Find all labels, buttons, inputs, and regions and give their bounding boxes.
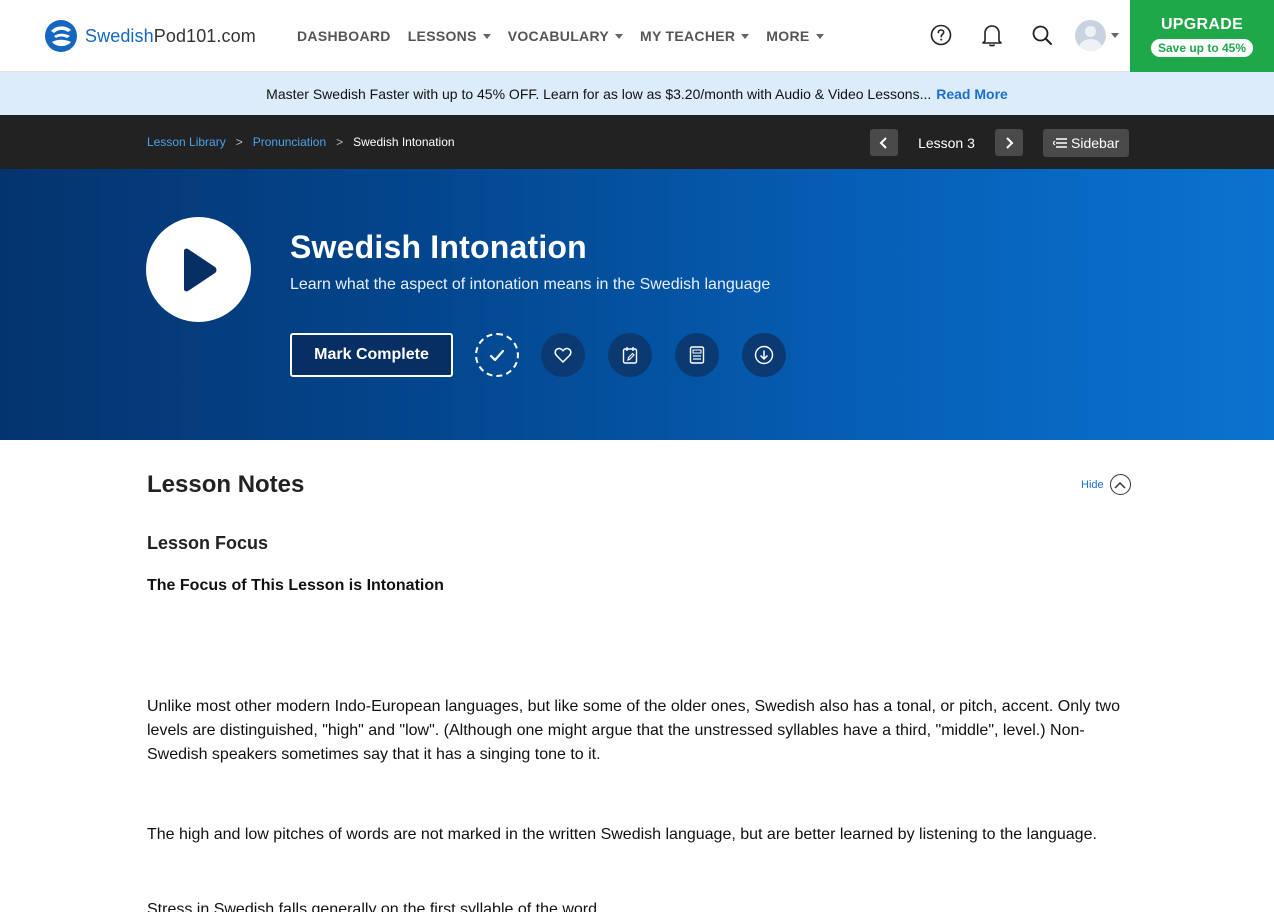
breadcrumb-lesson-library[interactable]: Lesson Library xyxy=(147,135,226,149)
lesson-subtitle: Learn what the aspect of intonation mean… xyxy=(290,276,771,293)
bell-icon xyxy=(982,25,1002,47)
download-icon xyxy=(754,345,774,365)
previous-lesson-button[interactable] xyxy=(870,129,898,156)
help-icon xyxy=(930,24,952,46)
lesson-title: Swedish Intonation xyxy=(290,229,587,265)
read-more-link[interactable]: Read More xyxy=(936,86,1008,102)
account-menu[interactable] xyxy=(1075,20,1119,51)
chevron-down-icon xyxy=(815,33,824,39)
hide-label: Hide xyxy=(1081,478,1104,491)
chevron-right-icon: > xyxy=(235,135,243,149)
lesson-focus-heading: Lesson Focus xyxy=(147,533,269,553)
promo-text: Master Swedish Faster with up to 45% OFF… xyxy=(266,85,932,102)
favorite-button[interactable] xyxy=(541,333,585,377)
checkmark-icon xyxy=(489,349,505,361)
pdf-notes-button[interactable] xyxy=(675,333,719,377)
nav-vocabulary[interactable]: VOCABULARY xyxy=(508,28,623,44)
lesson-hero: Swedish Intonation Learn what the aspect… xyxy=(0,169,1274,440)
notifications-button[interactable] xyxy=(979,22,1005,48)
search-icon xyxy=(1032,25,1052,45)
chevron-up-icon xyxy=(1109,474,1131,495)
lesson-navigator: Lesson 3 xyxy=(870,129,1023,156)
upgrade-button[interactable]: UPGRADE Save up to 45% xyxy=(1130,0,1274,72)
chevron-left-icon xyxy=(879,136,887,149)
play-button[interactable] xyxy=(146,217,251,322)
avatar xyxy=(1075,20,1106,51)
lesson-toolbar: Lesson Library > Pronunciation > Swedish… xyxy=(0,115,1274,169)
sidebar-toggle-button[interactable]: Sidebar xyxy=(1043,129,1130,157)
notes-paragraph: The high and low pitches of words are no… xyxy=(147,826,1097,843)
lesson-number: Lesson 3 xyxy=(918,134,975,151)
chevron-down-icon xyxy=(741,33,750,39)
notes-paragraph: Stress in Swedish falls generally on the… xyxy=(147,901,602,912)
help-button[interactable] xyxy=(928,22,954,48)
section-title: Lesson Notes xyxy=(147,471,305,498)
next-lesson-button[interactable] xyxy=(995,129,1023,156)
chevron-right-icon xyxy=(1006,136,1014,149)
chevron-down-icon xyxy=(614,33,623,39)
play-icon xyxy=(183,248,216,291)
sidebar-list-icon xyxy=(1053,138,1067,148)
notes-paragraph: Unlike most other modern Indo-European l… xyxy=(147,698,1120,763)
complete-check-button[interactable] xyxy=(475,333,519,377)
breadcrumb-pronunciation[interactable]: Pronunciation xyxy=(253,135,326,149)
main-menu: DASHBOARD LESSONS VOCABULARY MY TEACHER … xyxy=(297,28,841,44)
logo-globe-icon xyxy=(45,20,77,52)
add-to-schedule-button[interactable] xyxy=(608,333,652,377)
heart-icon xyxy=(554,347,572,363)
site-logo[interactable]: SwedishPod101.com xyxy=(44,19,256,53)
nav-dashboard[interactable]: DASHBOARD xyxy=(297,28,391,44)
logo-text: SwedishPod101.com xyxy=(85,25,256,46)
pdf-document-icon xyxy=(689,346,705,364)
breadcrumb: Lesson Library > Pronunciation > Swedish… xyxy=(147,135,455,149)
chevron-right-icon: > xyxy=(336,135,344,149)
lesson-focus-subheading: The Focus of This Lesson is Intonation xyxy=(147,577,444,594)
top-navigation: SwedishPod101.com DASHBOARD LESSONS VOCA… xyxy=(0,0,1274,72)
calendar-edit-icon xyxy=(622,347,638,364)
chevron-down-icon xyxy=(482,33,491,39)
chevron-down-icon xyxy=(1111,33,1119,38)
nav-lessons[interactable]: LESSONS xyxy=(408,28,491,44)
upgrade-title: UPGRADE xyxy=(1160,15,1244,33)
breadcrumb-current: Swedish Intonation xyxy=(353,135,455,149)
promo-banner: Master Swedish Faster with up to 45% OFF… xyxy=(0,72,1274,115)
mark-complete-button[interactable]: Mark Complete xyxy=(290,333,453,377)
nav-my-teacher[interactable]: MY TEACHER xyxy=(640,28,750,44)
sidebar-label: Sidebar xyxy=(1071,135,1120,151)
nav-more[interactable]: MORE xyxy=(766,28,824,44)
upgrade-badge: Save up to 45% xyxy=(1150,38,1254,57)
search-button[interactable] xyxy=(1029,22,1055,48)
hide-notes-button[interactable]: Hide xyxy=(1081,474,1131,495)
download-button[interactable] xyxy=(742,333,786,377)
